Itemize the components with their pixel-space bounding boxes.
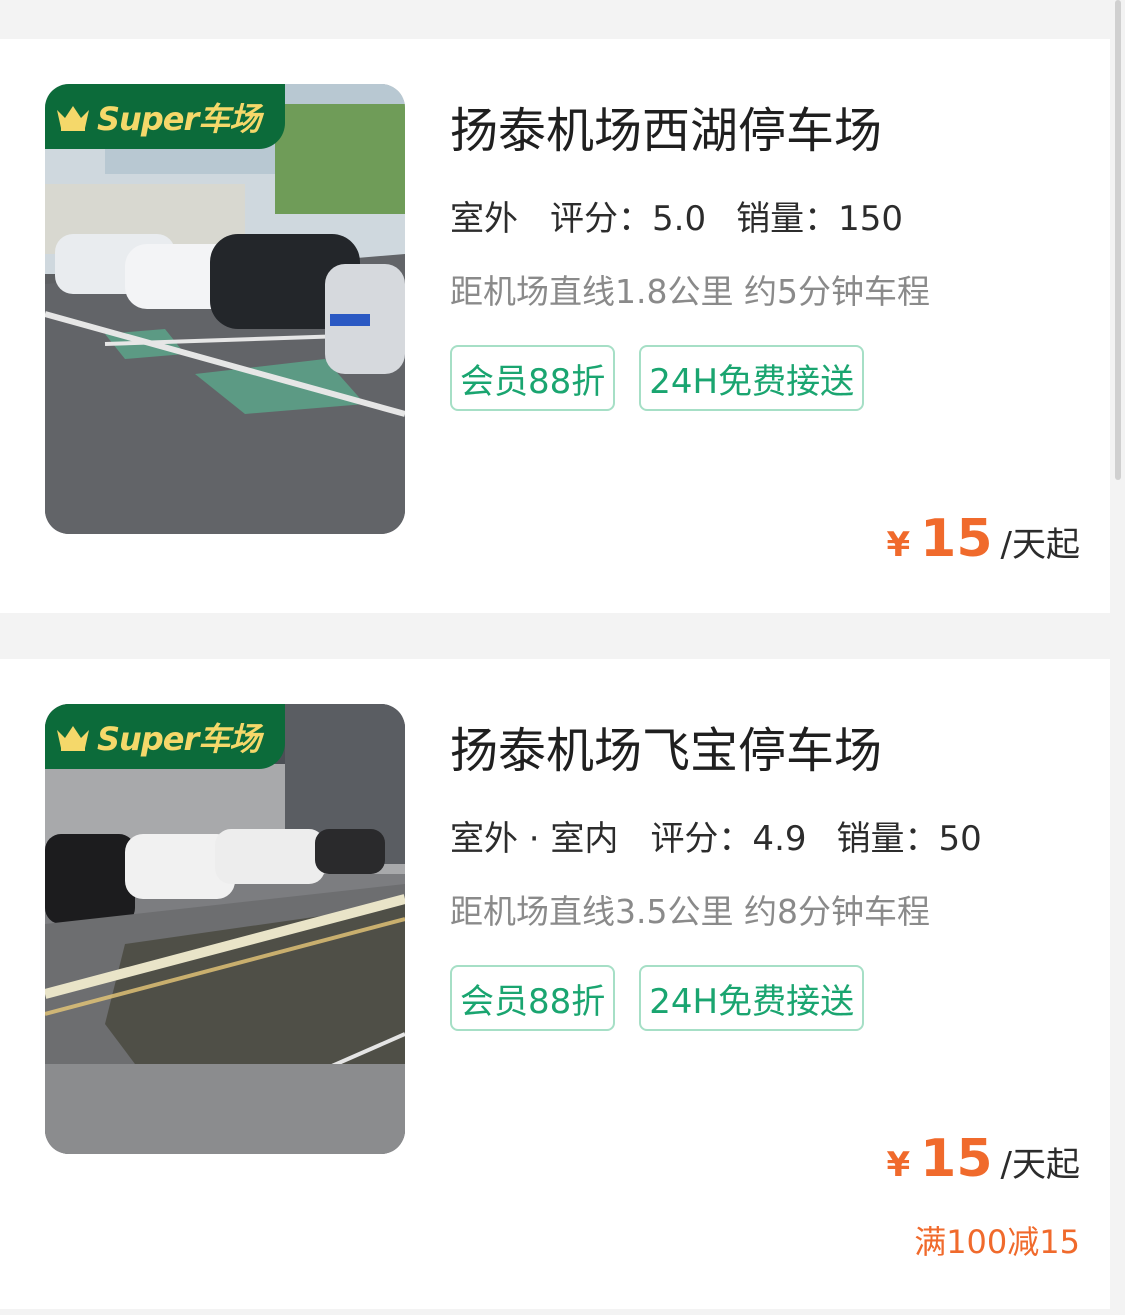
feature-tags: 会员88折 24H免费接送 — [450, 345, 888, 411]
parking-lot-photo-illustration — [45, 84, 405, 534]
price-currency: ¥ — [886, 525, 911, 565]
location-type: 室外 — [448, 191, 520, 246]
parking-lot-meta: 室外 评分：5.0 销量：150 — [448, 191, 933, 246]
distance-info: 距机场直线1.8公里 约5分钟车程 — [450, 272, 930, 311]
tag-member-discount: 会员88折 — [450, 965, 616, 1031]
promo-coupon: 满100减15 — [914, 1223, 1080, 1261]
price: ¥ 15 /天起 — [886, 1129, 1080, 1189]
sales-count: 销量：150 — [736, 199, 903, 239]
price-unit: /天起 — [1000, 1145, 1080, 1185]
crown-icon — [57, 105, 89, 131]
price-currency: ¥ — [886, 1145, 911, 1185]
parking-lot-meta: 室外 · 室内 评分：4.9 销量：50 — [447, 811, 1012, 866]
scrollbar[interactable] — [1115, 0, 1121, 480]
tag-free-shuttle: 24H免费接送 — [639, 965, 865, 1031]
parking-listing-card[interactable]: Super车场 扬泰机场西湖停车场 室外 评分：5.0 销量：150 距机场直线… — [0, 39, 1110, 613]
sales-count: 销量：50 — [836, 819, 982, 859]
parking-lot-title[interactable]: 扬泰机场飞宝停车场 — [450, 711, 882, 781]
crown-icon — [57, 725, 89, 751]
price-amount: 15 — [920, 1129, 993, 1189]
tag-member-discount: 会员88折 — [450, 345, 616, 411]
badge-label: Super车场 — [97, 719, 261, 758]
super-parking-badge: Super车场 — [45, 84, 285, 149]
location-type: 室外 · 室内 — [447, 811, 621, 866]
super-parking-badge: Super车场 — [45, 704, 285, 769]
price-amount: 15 — [920, 509, 993, 569]
parking-lot-title[interactable]: 扬泰机场西湖停车场 — [450, 91, 882, 161]
price-unit: /天起 — [1000, 525, 1080, 565]
parking-listing-card[interactable]: Super车场 扬泰机场飞宝停车场 室外 · 室内 评分：4.9 销量：50 距… — [0, 659, 1110, 1309]
distance-info: 距机场直线3.5公里 约8分钟车程 — [450, 892, 930, 931]
price: ¥ 15 /天起 — [886, 509, 1080, 569]
parking-lot-photo[interactable]: Super车场 — [45, 84, 405, 534]
parking-lot-photo[interactable]: Super车场 — [45, 704, 405, 1154]
badge-label: Super车场 — [97, 99, 261, 138]
parking-lot-photo-illustration — [45, 704, 405, 1154]
feature-tags: 会员88折 24H免费接送 — [450, 965, 888, 1031]
rating: 评分：4.9 — [650, 819, 807, 859]
rating: 评分：5.0 — [550, 199, 707, 239]
tag-free-shuttle: 24H免费接送 — [639, 345, 865, 411]
